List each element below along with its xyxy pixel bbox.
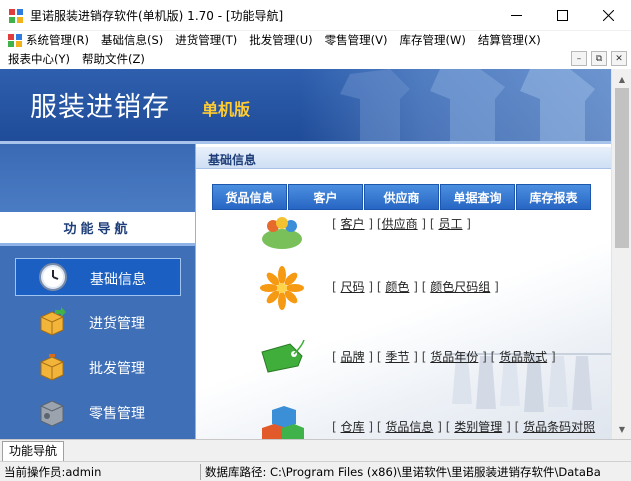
group-links: [ 客户 ] [供应商 ] [ 员工 ] <box>332 217 471 231</box>
group-warehouse: [ 仓库 ] [ 货品信息 ] [ 类别管理 ] [ 货品条码对照 <box>258 406 612 439</box>
nav-header: 功能导航 <box>0 212 195 243</box>
group-size-color: [ 尺码 ] [ 颜色 ] [ 颜色尺码组 ] <box>258 266 612 310</box>
close-button[interactable] <box>585 0 631 31</box>
menu-row-1: 系统管理(R) 基础信息(S) 进货管理(T) 批发管理(U) 零售管理(V) … <box>0 31 547 50</box>
menu-retail[interactable]: 零售管理(V) <box>319 31 394 50</box>
nav-label: 进货管理 <box>89 316 145 332</box>
box-in-icon <box>40 307 66 336</box>
banner: 服装进销存 单机版 <box>0 69 611 144</box>
mdi-tab-bar: 功能导航 <box>0 439 631 461</box>
link-color-size-group[interactable]: 颜色尺码组 <box>430 280 490 294</box>
minimize-icon <box>510 15 522 16</box>
scroll-thumb[interactable] <box>615 88 629 248</box>
safe-icon <box>40 400 64 427</box>
menu-wholesale[interactable]: 批发管理(U) <box>243 31 318 50</box>
group-brand-season: [ 品牌 ] [ 季节 ] [ 货品年份 ] [ 货品款式 ] <box>258 336 612 376</box>
group-links: [ 仓库 ] [ 货品信息 ] [ 类别管理 ] [ 货品条码对照 <box>332 420 596 434</box>
menu-help[interactable]: 帮助文件(Z) <box>76 50 151 69</box>
mdi-window-controls: – ⧉ ✕ <box>571 51 627 66</box>
window-title: 里诺服装进销存软件(单机版) 1.70 - [功能导航] <box>30 9 284 23</box>
left-nav-top <box>0 144 195 212</box>
nav-item-wholesale[interactable]: 批发管理 <box>15 348 181 386</box>
nav-label: 基础信息 <box>90 272 146 288</box>
scroll-up-icon[interactable]: ▲ <box>616 73 628 85</box>
clock-icon <box>39 263 67 291</box>
close-icon <box>602 10 614 21</box>
group-links: [ 尺码 ] [ 颜色 ] [ 颜色尺码组 ] <box>332 280 499 294</box>
link-size[interactable]: 尺码 <box>341 280 365 294</box>
menu-purchase[interactable]: 进货管理(T) <box>169 31 243 50</box>
banner-subtitle: 单机版 <box>202 100 251 119</box>
banner-title: 服装进销存 <box>30 92 170 123</box>
menu-label: 系统管理(R) <box>26 33 89 47</box>
link-employee[interactable]: 员工 <box>438 217 462 231</box>
mdi-close-button[interactable]: ✕ <box>611 51 627 66</box>
nav-label: 零售管理 <box>89 406 145 422</box>
title-bar: 里诺服装进销存软件(单机版) 1.70 - [功能导航] <box>0 0 631 31</box>
scroll-down-icon[interactable]: ▼ <box>616 423 628 435</box>
menu-bar: 系统管理(R) 基础信息(S) 进货管理(T) 批发管理(U) 零售管理(V) … <box>0 31 631 69</box>
link-brand[interactable]: 品牌 <box>341 350 365 364</box>
banner-shirts-image <box>340 69 595 144</box>
menu-reports[interactable]: 报表中心(Y) <box>0 50 76 69</box>
link-category[interactable]: 类别管理 <box>454 420 502 434</box>
link-customer[interactable]: 客户 <box>341 217 365 231</box>
flower-icon <box>260 266 304 310</box>
group-links: [ 品牌 ] [ 季节 ] [ 货品年份 ] [ 货品款式 ] <box>332 350 556 364</box>
status-db-path: 数据库路径: C:\Program Files (x86)\里诺软件\里诺服装进… <box>205 465 601 479</box>
people-icon <box>262 217 302 249</box>
app-logo-icon <box>9 9 23 23</box>
minimize-button[interactable] <box>493 0 539 31</box>
link-season[interactable]: 季节 <box>385 350 409 364</box>
group-contacts: [ 客户 ] [供应商 ] [ 员工 ] <box>258 203 612 249</box>
link-goods-year[interactable]: 货品年份 <box>430 350 478 364</box>
content-title: 基础信息 <box>208 153 257 167</box>
menu-inventory[interactable]: 库存管理(W) <box>393 31 471 50</box>
link-barcode-mapping[interactable]: 货品条码对照 <box>523 420 595 434</box>
link-warehouse[interactable]: 仓库 <box>341 420 365 434</box>
nav-item-basic-info[interactable]: 基础信息 <box>15 258 181 296</box>
mdi-minimize-button[interactable]: – <box>571 51 587 66</box>
menu-settlement[interactable]: 结算管理(X) <box>472 31 547 50</box>
nav-item-purchase[interactable]: 进货管理 <box>15 303 181 341</box>
status-operator: 当前操作员:admin <box>4 465 102 479</box>
nav-item-retail[interactable]: 零售管理 <box>15 393 181 431</box>
link-goods-style[interactable]: 货品款式 <box>499 350 547 364</box>
link-goods-info[interactable]: 货品信息 <box>385 420 433 434</box>
mdi-restore-button[interactable]: ⧉ <box>591 51 607 66</box>
status-bar: 当前操作员:admin 数据库路径: C:\Program Files (x86… <box>0 461 631 481</box>
link-supplier[interactable]: 供应商 <box>382 217 418 231</box>
menu-basic-info[interactable]: 基础信息(S) <box>95 31 169 50</box>
vertical-scrollbar[interactable]: ▲ ▼ <box>611 69 631 439</box>
status-divider <box>200 464 201 480</box>
main-area: 服装进销存 单机版 功能导航 基础信息 进货管理 批发管理 零售管理 基础信息 … <box>0 69 631 439</box>
app-logo-icon <box>8 34 22 47</box>
menu-row-2: 报表中心(Y) 帮助文件(Z) <box>0 50 151 69</box>
maximize-button[interactable] <box>539 0 585 31</box>
box-out-icon <box>40 354 64 381</box>
content-panel: 基础信息 货品信息 客户 供应商 单据查询 库存报表 [ 客户 ] [供应商 ]… <box>195 144 612 439</box>
menu-system[interactable]: 系统管理(R) <box>0 31 95 50</box>
left-nav-panel: 功能导航 基础信息 进货管理 批发管理 零售管理 <box>0 144 195 439</box>
maximize-icon <box>556 10 568 21</box>
mdi-tab-nav[interactable]: 功能导航 <box>2 441 65 461</box>
link-color[interactable]: 颜色 <box>385 280 409 294</box>
content-header: 基础信息 <box>196 147 612 169</box>
tag-icon <box>261 339 305 373</box>
nav-header-underline <box>0 243 195 246</box>
nav-label: 批发管理 <box>89 361 145 377</box>
cubes-icon <box>262 406 304 439</box>
